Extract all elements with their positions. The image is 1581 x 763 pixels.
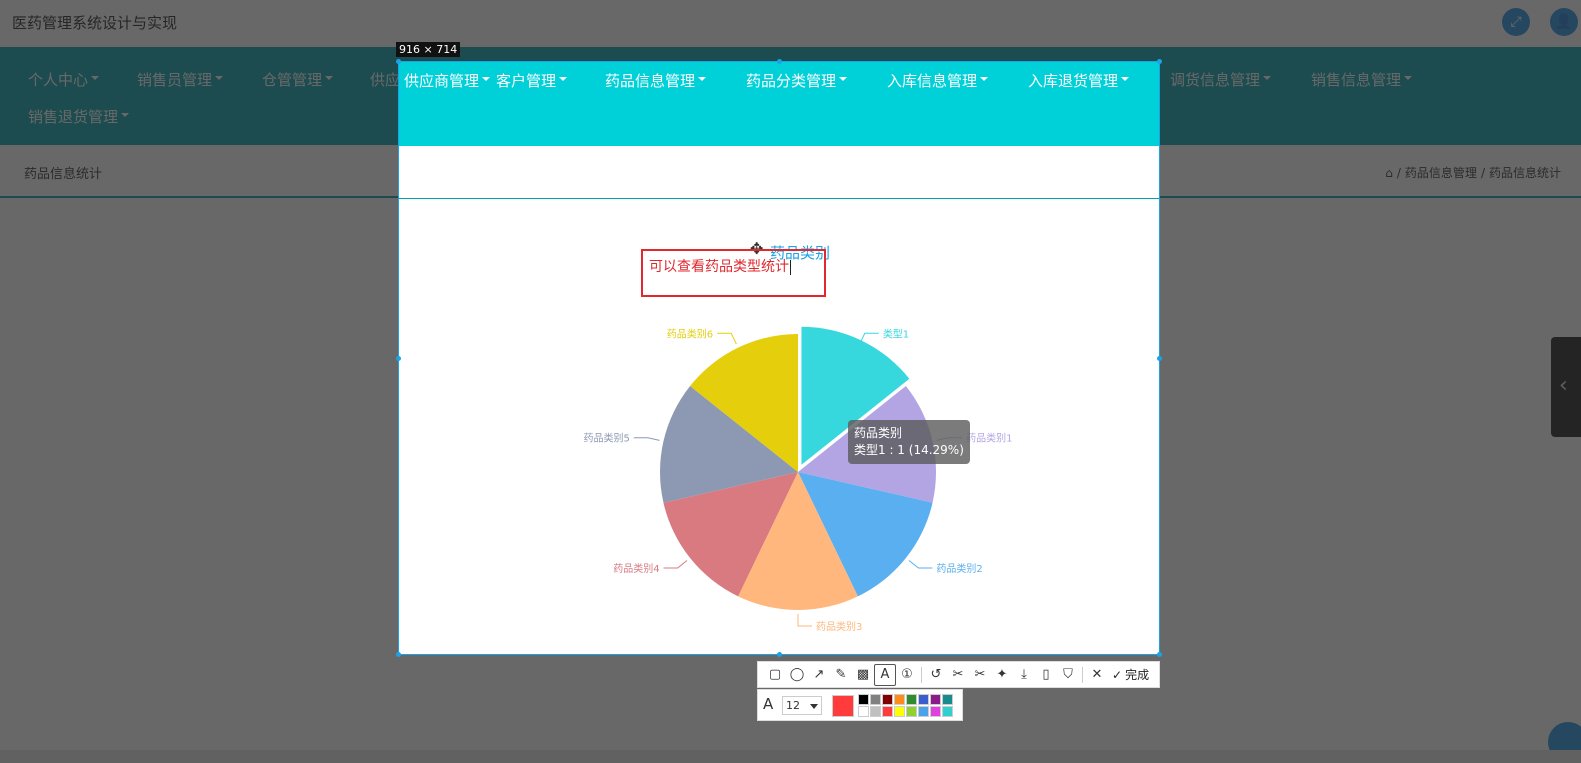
mosaic-icon[interactable]: ▩	[852, 664, 874, 686]
palette-color-swatch[interactable]	[918, 694, 929, 705]
palette-color-swatch[interactable]	[870, 706, 881, 717]
bookmark-icon[interactable]: ⛉	[1057, 664, 1079, 686]
palette-color-swatch[interactable]	[894, 694, 905, 705]
top-header: 医药管理系统设计与实现 ⤢ 👤	[0, 0, 1581, 47]
check-icon: ✓	[1112, 667, 1123, 682]
arrow-icon[interactable]: ↗	[808, 664, 830, 686]
capture-border	[398, 61, 1160, 655]
undo-icon[interactable]: ↺	[925, 664, 947, 686]
caret-down-icon	[1404, 75, 1413, 80]
done-label: 完成	[1125, 668, 1150, 682]
resize-handle-sw[interactable]	[396, 652, 401, 657]
color-palette	[858, 694, 953, 717]
nav-label: 销售员管理	[137, 71, 213, 89]
palette-color-swatch[interactable]	[918, 706, 929, 717]
nav-item-personal-center[interactable]: 个人中心	[28, 69, 100, 90]
caret-down-icon	[325, 75, 334, 80]
scissors-icon[interactable]: ✂	[947, 664, 969, 686]
palette-color-swatch[interactable]	[858, 706, 869, 717]
nav-label: 销售退货管理	[28, 108, 119, 126]
nav-item-sales-info[interactable]: 销售信息管理	[1311, 69, 1413, 90]
resize-handle-e[interactable]	[1157, 356, 1162, 361]
caret-down-icon	[215, 75, 224, 80]
app-title: 医药管理系统设计与实现	[12, 14, 178, 32]
capture-size-label: 916 × 714	[396, 42, 461, 57]
palette-color-swatch[interactable]	[882, 706, 893, 717]
caret-down-icon	[1263, 75, 1272, 80]
toolbar-divider	[921, 666, 922, 683]
bottom-bar	[0, 750, 1581, 763]
nav-item-sales-return[interactable]: 销售退货管理	[28, 106, 130, 127]
nav-item-warehouse[interactable]: 仓管管理	[262, 69, 334, 90]
text-style-toolbar: A 12	[757, 689, 963, 721]
palette-color-swatch[interactable]	[882, 694, 893, 705]
nav-label: 销售信息管理	[1311, 71, 1402, 89]
font-size-value: 12	[786, 699, 800, 712]
breadcrumb: ⌂ / 药品信息管理 / 药品信息统计	[1385, 164, 1561, 181]
pin-icon[interactable]: ✦	[991, 664, 1013, 686]
fullscreen-icon: ⤢	[1510, 14, 1522, 30]
nav-item-transfer[interactable]: 调货信息管理	[1170, 69, 1272, 90]
chevron-left-icon: ‹	[1559, 373, 1568, 398]
long-screenshot-icon[interactable]: ▯	[1035, 664, 1057, 686]
number-icon[interactable]: ①	[896, 664, 918, 686]
close-icon[interactable]: ✕	[1086, 664, 1108, 686]
resize-handle-se[interactable]	[1157, 652, 1162, 657]
annotation-toolbar: ▢ ◯ ↗ ✎ ▩ A ① ↺ ✂ ✂ ✦ ⤓ ▯ ⛉ ✕ ✓ 完成	[757, 661, 1160, 688]
palette-color-swatch[interactable]	[894, 706, 905, 717]
home-icon[interactable]: ⌂	[1385, 166, 1393, 180]
nav-label: 仓管管理	[262, 71, 323, 89]
side-collapse-tab[interactable]: ‹	[1551, 337, 1581, 437]
download-icon[interactable]: ⤓	[1013, 664, 1035, 686]
palette-color-swatch[interactable]	[942, 694, 953, 705]
fullscreen-button[interactable]: ⤢	[1502, 8, 1530, 36]
dropdown-arrow-icon	[810, 704, 818, 709]
toolbar-divider	[1082, 666, 1083, 683]
resize-handle-s[interactable]	[777, 652, 782, 657]
palette-color-swatch[interactable]	[942, 706, 953, 717]
scissors-pin-icon[interactable]: ✂	[969, 664, 991, 686]
caret-down-icon	[91, 75, 100, 80]
font-icon: A	[763, 695, 774, 713]
palette-color-swatch[interactable]	[906, 706, 917, 717]
breadcrumb-item[interactable]: 药品信息管理	[1405, 164, 1477, 181]
palette-color-swatch[interactable]	[930, 694, 941, 705]
breadcrumb-sep: /	[1480, 165, 1485, 180]
font-size-select[interactable]: 12	[782, 696, 822, 715]
palette-color-swatch[interactable]	[858, 694, 869, 705]
text-icon[interactable]: A	[874, 663, 896, 686]
done-button[interactable]: ✓ 完成	[1112, 666, 1149, 683]
user-icon: 👤	[1555, 14, 1573, 30]
palette-color-swatch[interactable]	[906, 694, 917, 705]
resize-handle-ne[interactable]	[1157, 59, 1162, 64]
nav-label: 调货信息管理	[1170, 71, 1261, 89]
resize-handle-n[interactable]	[777, 59, 782, 64]
current-color-swatch	[832, 695, 854, 717]
palette-color-swatch[interactable]	[870, 694, 881, 705]
breadcrumb-sep: /	[1396, 165, 1401, 180]
page-title: 药品信息统计	[24, 167, 103, 182]
ellipse-icon[interactable]: ◯	[786, 664, 808, 686]
breadcrumb-item: 药品信息统计	[1488, 166, 1561, 180]
resize-handle-nw[interactable]	[396, 59, 401, 64]
rectangle-icon[interactable]: ▢	[764, 664, 786, 686]
nav-label: 个人中心	[28, 71, 89, 89]
resize-handle-w[interactable]	[396, 356, 401, 361]
palette-color-swatch[interactable]	[930, 706, 941, 717]
caret-down-icon	[121, 112, 130, 117]
user-button[interactable]: 👤	[1550, 8, 1578, 36]
pencil-icon[interactable]: ✎	[830, 664, 852, 686]
nav-item-salesperson[interactable]: 销售员管理	[137, 69, 224, 90]
